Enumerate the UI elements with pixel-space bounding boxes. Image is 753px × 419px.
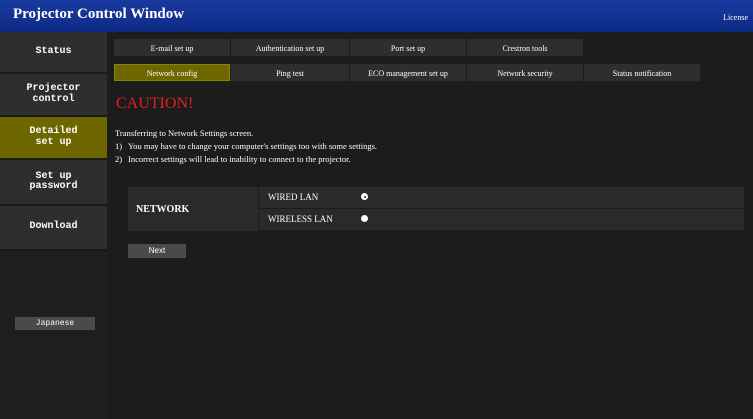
license-link[interactable]: License [723, 13, 748, 22]
tab-ping-test[interactable]: Ping test [231, 64, 349, 81]
note-1: 1) You may have to change your computer's… [115, 141, 377, 151]
tab-network-security[interactable]: Network security [467, 64, 583, 81]
wired-lan-radio[interactable] [361, 193, 368, 200]
sidebar: Status Projector control Detailed set up… [0, 32, 107, 419]
sidebar-item-download[interactable]: Download [0, 206, 107, 251]
intro-text: Transferring to Network Settings screen. [115, 128, 254, 138]
tab-network-config[interactable]: Network config [114, 64, 230, 81]
sidebar-item-projector-control[interactable]: Projector control [0, 74, 107, 117]
option-wired-lan-label: WIRED LAN [268, 192, 319, 202]
sidebar-item-status[interactable]: Status [0, 32, 107, 74]
tab-email-set-up[interactable]: E-mail set up [114, 39, 230, 56]
language-button[interactable]: Japanese [15, 317, 95, 330]
network-table: NETWORK WIRED LAN WIRELESS LAN [128, 187, 744, 231]
tab-port-set-up[interactable]: Port set up [350, 39, 466, 56]
wireless-lan-radio[interactable] [361, 215, 368, 222]
next-button[interactable]: Next [128, 244, 186, 258]
note-1-number: 1) [115, 141, 123, 151]
sidebar-item-detailed-set-up[interactable]: Detailed set up [0, 117, 107, 160]
title-bar: Projector Control Window License [0, 0, 753, 33]
caution-heading: CAUTION! [116, 95, 194, 112]
tab-eco-management-set-up[interactable]: ECO management set up [350, 64, 466, 81]
tab-crestron-tools[interactable]: Crestron tools [467, 39, 583, 56]
option-wireless-lan-row[interactable]: WIRELESS LAN [259, 209, 744, 230]
note-1-text: You may have to change your computer's s… [128, 141, 378, 151]
note-2-text: Incorrect settings will lead to inabilit… [128, 154, 351, 164]
tab-status-notification[interactable]: Status notification [584, 64, 700, 81]
network-label: NETWORK [128, 187, 258, 231]
note-2: 2) Incorrect settings will lead to inabil… [115, 154, 351, 164]
app-title: Projector Control Window [13, 6, 185, 22]
note-2-number: 2) [115, 154, 123, 164]
sidebar-item-set-up-password[interactable]: Set up password [0, 160, 107, 206]
tab-authentication-set-up[interactable]: Authentication set up [231, 39, 349, 56]
option-wired-lan-row[interactable]: WIRED LAN [259, 187, 744, 208]
main-panel: E-mail set up Authentication set up Port… [107, 32, 753, 419]
option-wireless-lan-label: WIRELESS LAN [268, 214, 333, 224]
